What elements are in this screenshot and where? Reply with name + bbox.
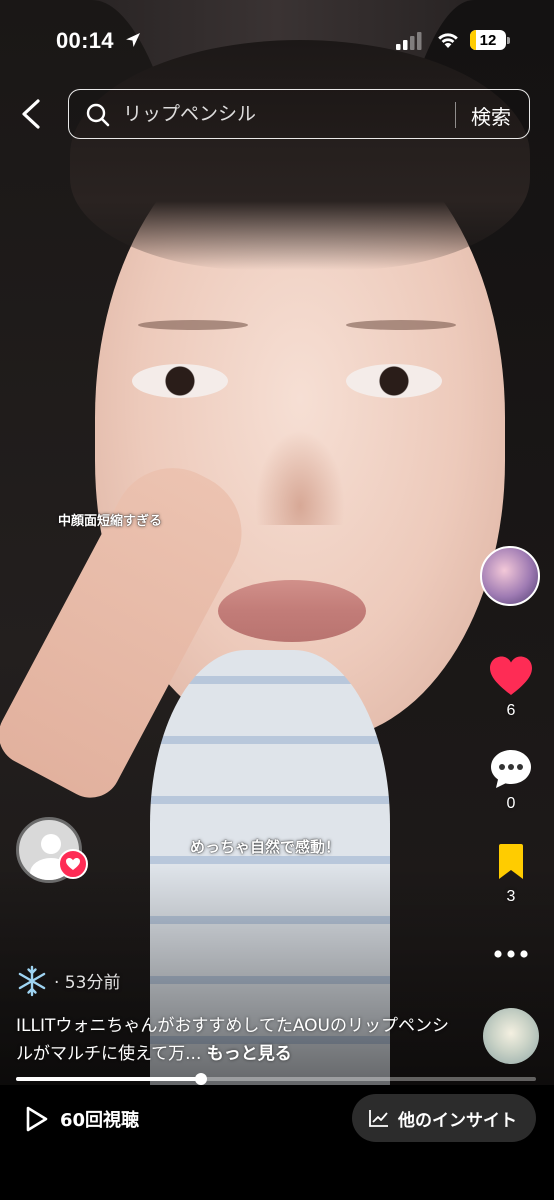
video-lips (218, 580, 366, 642)
search-input[interactable] (123, 100, 443, 128)
bookmark-icon[interactable] (496, 843, 526, 881)
video-brow-left (138, 320, 248, 330)
video-nose (255, 430, 345, 525)
search-button[interactable]: 検索 (471, 101, 511, 130)
line-chart-icon (369, 1110, 388, 1127)
music-disc-avatar[interactable] (483, 1008, 539, 1064)
battery-level: 12 (479, 31, 497, 49)
video-caption-upper: 中顔面短縮すぎる (58, 514, 163, 529)
video-frame[interactable] (0, 0, 554, 1085)
play-icon (26, 1106, 48, 1132)
back-chevron-icon[interactable] (18, 98, 48, 130)
small-heart-icon (66, 858, 80, 870)
follow-heart-icon[interactable] (58, 849, 88, 879)
video-brow-right (346, 320, 456, 330)
sound-avatar[interactable] (480, 546, 540, 606)
like-count: 6 (506, 702, 516, 719)
comment-count: 0 (506, 795, 516, 812)
heart-icon[interactable] (488, 655, 534, 697)
battery-indicator: 12 (470, 30, 510, 50)
snowflake-icon[interactable] (16, 965, 48, 997)
more-options-icon[interactable] (492, 944, 530, 964)
wifi-icon (438, 33, 458, 48)
see-more-link[interactable]: もっと見る (207, 1044, 292, 1064)
video-progress-bar[interactable] (16, 1073, 536, 1085)
video-caption-middle: めっちゃ自然で感動！ (190, 838, 341, 856)
post-time: · 53分前 (54, 973, 121, 993)
more-insights-button[interactable]: 他のインサイト (352, 1094, 536, 1142)
cellular-signal-icon (396, 32, 422, 50)
location-arrow-icon (126, 33, 140, 47)
status-time: 00:14 (56, 28, 114, 53)
status-bar: 00:14 12 (0, 0, 554, 80)
post-description[interactable]: ILLITウォニちゃんがおすすめしてたAOUのリップペンシルがマルチに使えて万.… (16, 1012, 456, 1068)
view-count[interactable]: 60回視聴 (60, 1106, 139, 1132)
search-icon (86, 103, 110, 127)
search-divider (455, 102, 456, 128)
avatar-head-shape (41, 834, 61, 854)
video-eye-right (346, 364, 442, 398)
video-progress-knob[interactable] (194, 1073, 207, 1085)
video-eye-left (132, 364, 228, 398)
save-count: 3 (506, 888, 516, 905)
more-insights-label: 他のインサイト (398, 1111, 517, 1131)
comment-icon[interactable] (489, 748, 533, 790)
search-bar[interactable]: 検索 (68, 89, 530, 139)
video-progress-fill (16, 1077, 201, 1081)
